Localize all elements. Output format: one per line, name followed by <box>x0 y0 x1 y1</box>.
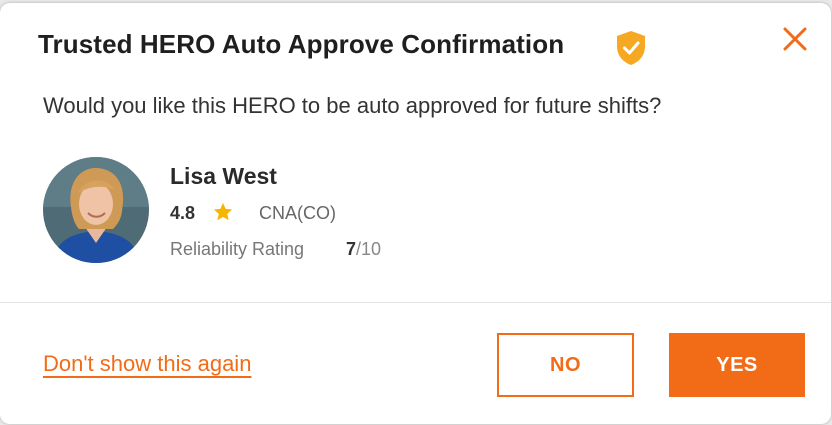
auto-approve-question: Would you like this HERO to be auto appr… <box>43 93 662 118</box>
dont-show-again-link[interactable]: Don't show this again <box>43 351 251 377</box>
hero-rating: 4.8 <box>170 203 196 223</box>
reliability-max: /10 <box>356 239 382 259</box>
reliability-label: Reliability Rating <box>170 239 305 259</box>
divider <box>0 302 831 303</box>
hero-name: Lisa West <box>170 163 277 189</box>
yes-button[interactable]: YES <box>669 333 805 397</box>
hero-certification: CNA(CO) <box>259 203 336 223</box>
dialog-title: Trusted HERO Auto Approve Confirmation <box>38 29 565 59</box>
close-icon[interactable] <box>779 23 811 55</box>
hero-avatar <box>43 157 149 263</box>
reliability-score: 7 <box>346 239 357 259</box>
reliability-value: 7/10 <box>346 239 381 260</box>
shield-check-icon <box>617 31 645 65</box>
confirmation-dialog: Trusted HERO Auto Approve Confirmation W… <box>0 3 831 424</box>
no-button[interactable]: NO <box>497 333 634 397</box>
star-icon <box>213 202 233 221</box>
